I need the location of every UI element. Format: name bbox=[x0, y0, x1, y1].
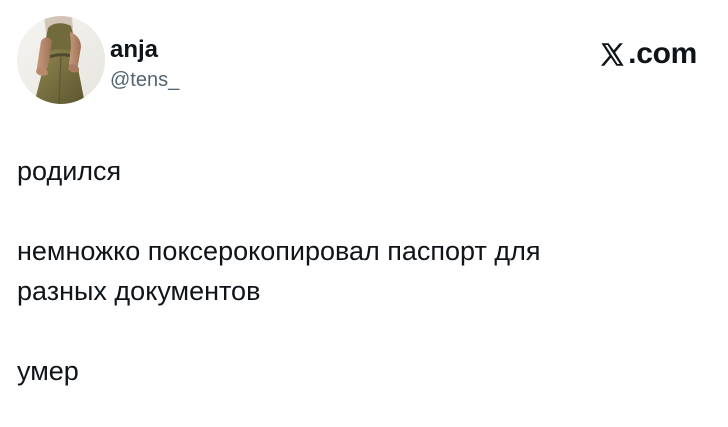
author-info[interactable]: anja @tens_ bbox=[110, 36, 330, 96]
post-text-paragraph-2-line-1: немножко поксерокопировал паспорт для bbox=[17, 236, 541, 266]
post-text-paragraph-1: родился bbox=[17, 156, 122, 186]
display-name[interactable]: anja bbox=[110, 36, 158, 64]
x-logo-icon bbox=[601, 42, 624, 66]
profile-photo-icon bbox=[17, 16, 105, 104]
post-card: anja @tens_ .com родился немножко поксер… bbox=[0, 0, 728, 427]
brand-domain-text: .com bbox=[628, 37, 697, 70]
post-text-paragraph-2-line-2: разных документов bbox=[17, 276, 261, 306]
post-text-paragraph-3: умер bbox=[17, 356, 79, 386]
x-brand[interactable]: .com bbox=[599, 38, 697, 70]
user-handle[interactable]: @tens_ bbox=[110, 68, 179, 92]
post-header: anja @tens_ .com bbox=[17, 16, 697, 108]
post-text: родился немножко поксерокопировал паспор… bbox=[17, 151, 707, 391]
avatar[interactable] bbox=[17, 16, 105, 104]
